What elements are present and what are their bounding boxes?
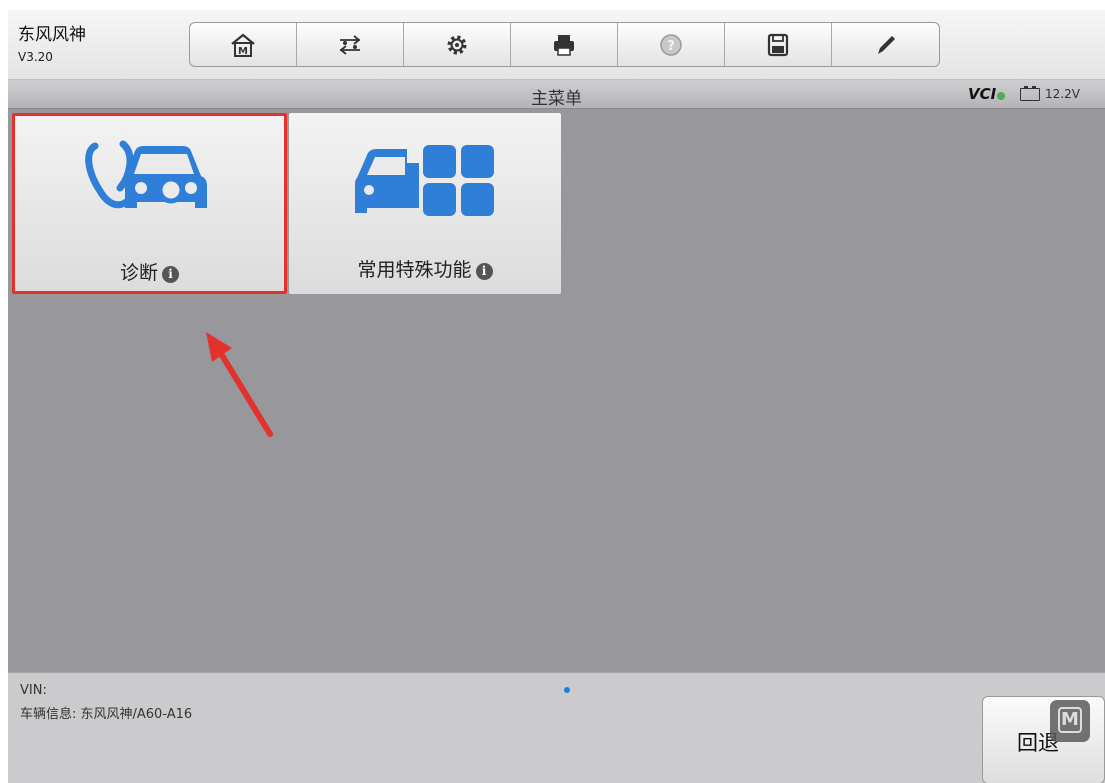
special-functions-car-grid-icon	[355, 145, 494, 216]
info-icon[interactable]: i	[162, 266, 179, 283]
annotation-arrow	[206, 332, 273, 437]
vci-connected-icon	[997, 92, 1006, 100]
floating-m-badge[interactable]: M	[1050, 700, 1090, 742]
m-badge-icon: M	[1058, 707, 1082, 733]
title-bar: 主菜单 VCI 12.2V	[8, 80, 1105, 109]
svg-text:M: M	[238, 46, 248, 57]
home-icon: M	[231, 33, 255, 57]
app-version: V3.20	[18, 50, 53, 64]
footer-bar: VIN: 车辆信息: 东风风神/A60-A16 回退	[8, 672, 1105, 783]
vci-label: VCI	[968, 85, 997, 103]
diagnosis-label: 诊断	[119, 262, 158, 284]
app-title: 东风风神	[18, 25, 86, 45]
save-icon	[767, 33, 789, 56]
special-functions-tile[interactable]: 常用特殊功能 i	[289, 113, 561, 294]
page-title: 主菜单	[531, 89, 582, 109]
printer-icon	[554, 34, 574, 56]
screen: 东风风神 V3.20 M ? 主菜单 VCI 12.2V 诊断 i 常用特殊功能…	[8, 10, 1105, 783]
help-icon: ?	[660, 33, 682, 56]
diagnosis-stethoscope-car-icon	[84, 140, 207, 209]
info-icon[interactable]: i	[475, 263, 493, 280]
battery-icon	[1020, 86, 1040, 101]
print-button[interactable]	[511, 23, 618, 66]
svg-text:?: ?	[667, 39, 675, 54]
page-indicator	[564, 687, 570, 693]
save-button[interactable]	[725, 23, 832, 66]
edit-button[interactable]	[832, 23, 939, 66]
special-functions-label: 常用特殊功能	[357, 259, 472, 281]
vin-label: VIN:	[20, 683, 47, 698]
diagnosis-tile[interactable]: 诊断 i	[12, 113, 287, 294]
settings-button[interactable]	[404, 23, 511, 66]
vehicle-info: 车辆信息: 东风风神/A60-A16	[20, 707, 193, 722]
header-bar: 东风风神 V3.20 M ?	[8, 10, 1105, 80]
battery-voltage: 12.2V	[1045, 87, 1080, 101]
vehicle-swap-icon	[339, 34, 361, 55]
help-button[interactable]: ?	[618, 23, 725, 66]
vehicle-swap-button[interactable]	[297, 23, 404, 66]
edit-pencil-icon	[877, 35, 895, 54]
toolbar: M ?	[189, 22, 940, 67]
vci-status: VCI	[968, 85, 1006, 103]
settings-gear-icon	[447, 35, 467, 54]
home-button[interactable]: M	[190, 23, 297, 66]
